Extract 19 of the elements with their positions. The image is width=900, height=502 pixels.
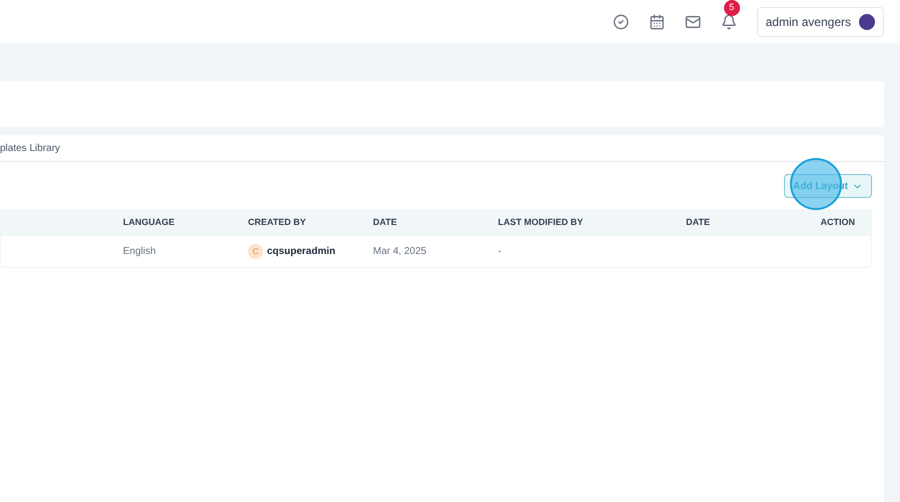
tab[interactable]: plates Library [0, 140, 60, 156]
table-cell-text: - [498, 245, 502, 259]
mail-icon[interactable] [684, 14, 701, 30]
column-header: LAST MODIFIED BY [498, 216, 584, 230]
column-header: DATE [373, 216, 398, 230]
column-header: ACTION [820, 216, 856, 230]
notification-badge: 5 [724, 0, 740, 16]
user-avatar: C [248, 244, 263, 259]
calendar-icon[interactable] [648, 14, 665, 30]
column-header: DATE [686, 216, 711, 230]
column-header: CREATED BY [248, 216, 307, 230]
check-circle-icon[interactable] [612, 14, 629, 30]
column-header: LANGUAGE [123, 216, 176, 230]
bell-icon[interactable] [720, 14, 737, 30]
table-cell-text: Mar 4, 2025 [373, 245, 428, 259]
table-cell-text: English [123, 245, 157, 259]
user-menu[interactable]: admin avengers [756, 6, 884, 36]
table-cell-text: cqsuperadmin [267, 245, 336, 259]
avatar-icon [859, 14, 875, 30]
